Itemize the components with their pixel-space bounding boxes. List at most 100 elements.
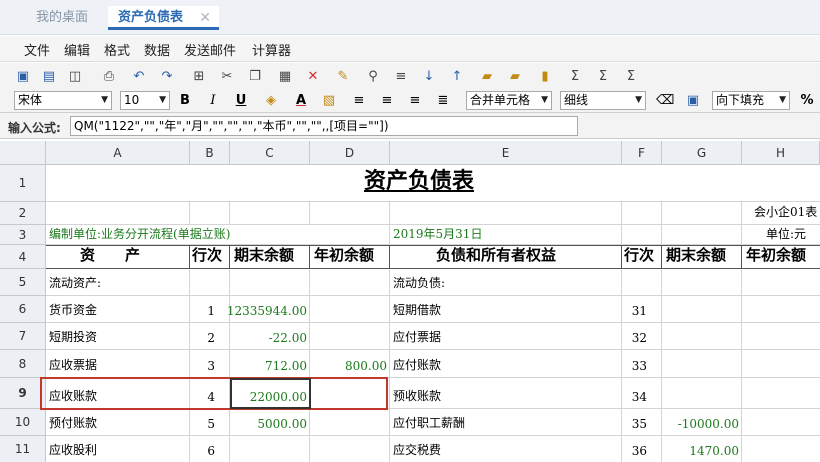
font-size-select[interactable]: 10 ▼: [120, 91, 170, 110]
save-icon[interactable]: ▣: [14, 67, 32, 85]
table-cell-asset[interactable]: 应收票据: [46, 350, 190, 378]
row-header-7[interactable]: 7: [0, 323, 46, 350]
cell-c5[interactable]: [230, 269, 310, 296]
cell-d2[interactable]: [310, 202, 390, 225]
table-cell-no[interactable]: 6: [190, 436, 230, 462]
redo-icon[interactable]: ↷: [158, 67, 176, 85]
cell-g3[interactable]: [662, 225, 742, 245]
table-cell-lend[interactable]: -10000.00: [662, 409, 742, 436]
table-cell-liab[interactable]: 短期借款: [390, 296, 622, 323]
column-header-g[interactable]: G: [662, 141, 742, 165]
table-cell-lno[interactable]: 33: [622, 350, 662, 378]
table-cell-begin[interactable]: [310, 323, 390, 350]
header-begin-balance-right[interactable]: 年初余额: [742, 245, 820, 269]
row-header-9[interactable]: 9: [0, 378, 46, 409]
sum-icon[interactable]: Σ: [566, 67, 584, 85]
row-header-5[interactable]: 5: [0, 269, 46, 296]
row-header-10[interactable]: 10: [0, 409, 46, 436]
find-icon[interactable]: ⚲: [364, 67, 382, 85]
cell-e2[interactable]: [390, 202, 622, 225]
line-style-select[interactable]: 细线 ▼: [560, 91, 646, 110]
table-cell-begin[interactable]: [310, 436, 390, 462]
menu-file[interactable]: 文件: [24, 40, 50, 59]
replace-icon[interactable]: ≡: [392, 67, 410, 85]
print-icon[interactable]: ⎙: [100, 67, 118, 85]
table-cell-liab[interactable]: 应付职工薪酬: [390, 409, 622, 436]
delete-icon[interactable]: ✕: [304, 67, 322, 85]
header-liabilities[interactable]: 负债和所有者权益: [390, 245, 622, 269]
table-cell-end[interactable]: 5000.00: [230, 409, 310, 436]
table-cell-lend[interactable]: [662, 323, 742, 350]
package-icon[interactable]: ▰: [506, 67, 524, 85]
table-cell-asset[interactable]: 预付账款: [46, 409, 190, 436]
cell-h3[interactable]: 单位:元: [742, 225, 820, 245]
table-cell-no[interactable]: 3: [190, 350, 230, 378]
table-cell-lend[interactable]: [662, 378, 742, 409]
align-right-icon[interactable]: ≡: [406, 92, 424, 110]
menu-data[interactable]: 数据: [144, 40, 170, 59]
table-cell-liab[interactable]: 应付票据: [390, 323, 622, 350]
table-cell-end[interactable]: 712.00: [230, 350, 310, 378]
screen-icon[interactable]: ▣: [684, 92, 702, 110]
tab-balance-sheet[interactable]: 资产负债表 ✕: [108, 6, 220, 30]
row-header-3[interactable]: 3: [0, 225, 46, 245]
cell-h2[interactable]: 会小企01表: [742, 202, 820, 225]
border-icon[interactable]: ▧: [320, 92, 338, 110]
folder-icon[interactable]: ▰: [478, 67, 496, 85]
tab-desktop[interactable]: 我的桌面: [26, 6, 98, 30]
underline-button[interactable]: U: [232, 92, 250, 110]
table-cell-lbegin[interactable]: [742, 378, 820, 409]
menu-calculator[interactable]: 计算器: [252, 40, 291, 59]
cell-c2[interactable]: [230, 202, 310, 225]
table-cell-no[interactable]: 2: [190, 323, 230, 350]
column-header-h[interactable]: H: [742, 141, 820, 165]
row-header-8[interactable]: 8: [0, 350, 46, 378]
column-header-c[interactable]: C: [230, 141, 310, 165]
fill-color-icon[interactable]: ◈: [262, 92, 280, 110]
table-cell-asset[interactable]: 货币资金: [46, 296, 190, 323]
menu-edit[interactable]: 编辑: [64, 40, 90, 59]
cell-title[interactable]: 资产负债表: [46, 165, 820, 202]
cell-b2[interactable]: [190, 202, 230, 225]
table-cell-asset[interactable]: 短期投资: [46, 323, 190, 350]
table-cell-lbegin[interactable]: [742, 350, 820, 378]
table-cell-end[interactable]: [230, 436, 310, 462]
table-cell-lend[interactable]: [662, 350, 742, 378]
header-end-balance[interactable]: 期末余额: [230, 245, 310, 269]
eraser-icon[interactable]: ⌫: [656, 92, 674, 110]
print-preview-icon[interactable]: ◫: [66, 67, 84, 85]
select-all-corner[interactable]: [0, 141, 46, 165]
sum-col-icon[interactable]: Σ: [622, 67, 640, 85]
justify-icon[interactable]: ≣: [434, 92, 452, 110]
table-cell-lno[interactable]: 32: [622, 323, 662, 350]
cell-f3[interactable]: [622, 225, 662, 245]
cell-d5[interactable]: [310, 269, 390, 296]
cell-a2[interactable]: [46, 202, 190, 225]
table-cell-lno[interactable]: 34: [622, 378, 662, 409]
align-left-icon[interactable]: ≡: [350, 92, 368, 110]
bold-button[interactable]: B: [176, 92, 194, 110]
table-cell-lno[interactable]: 35: [622, 409, 662, 436]
cell-h5[interactable]: [742, 269, 820, 296]
cut-icon[interactable]: ✂: [218, 67, 236, 85]
cell-g2[interactable]: [662, 202, 742, 225]
sort-descending-icon[interactable]: ↑: [448, 67, 466, 85]
header-line-no-right[interactable]: 行次: [622, 245, 662, 269]
italic-button[interactable]: I: [204, 92, 222, 110]
menu-send-mail[interactable]: 发送邮件: [184, 40, 236, 59]
header-assets[interactable]: 资 产: [46, 245, 190, 269]
header-begin-balance[interactable]: 年初余额: [310, 245, 390, 269]
percent-button[interactable]: %: [798, 92, 816, 110]
cell-e3[interactable]: 2019年5月31日: [390, 225, 622, 245]
table-cell-lno[interactable]: 36: [622, 436, 662, 462]
clipboard-icon[interactable]: ▮: [536, 67, 554, 85]
cell-a3[interactable]: 编制单位:业务分开流程(单据立账): [46, 225, 390, 245]
column-header-e[interactable]: E: [390, 141, 622, 165]
save-as-icon[interactable]: ▤: [40, 67, 58, 85]
table-cell-lbegin[interactable]: [742, 409, 820, 436]
table-cell-asset[interactable]: 应收股利: [46, 436, 190, 462]
font-name-select[interactable]: 宋体 ▼: [14, 91, 112, 110]
column-header-d[interactable]: D: [310, 141, 390, 165]
table-cell-liab[interactable]: 应付账款: [390, 350, 622, 378]
row-header-2[interactable]: 2: [0, 202, 46, 225]
